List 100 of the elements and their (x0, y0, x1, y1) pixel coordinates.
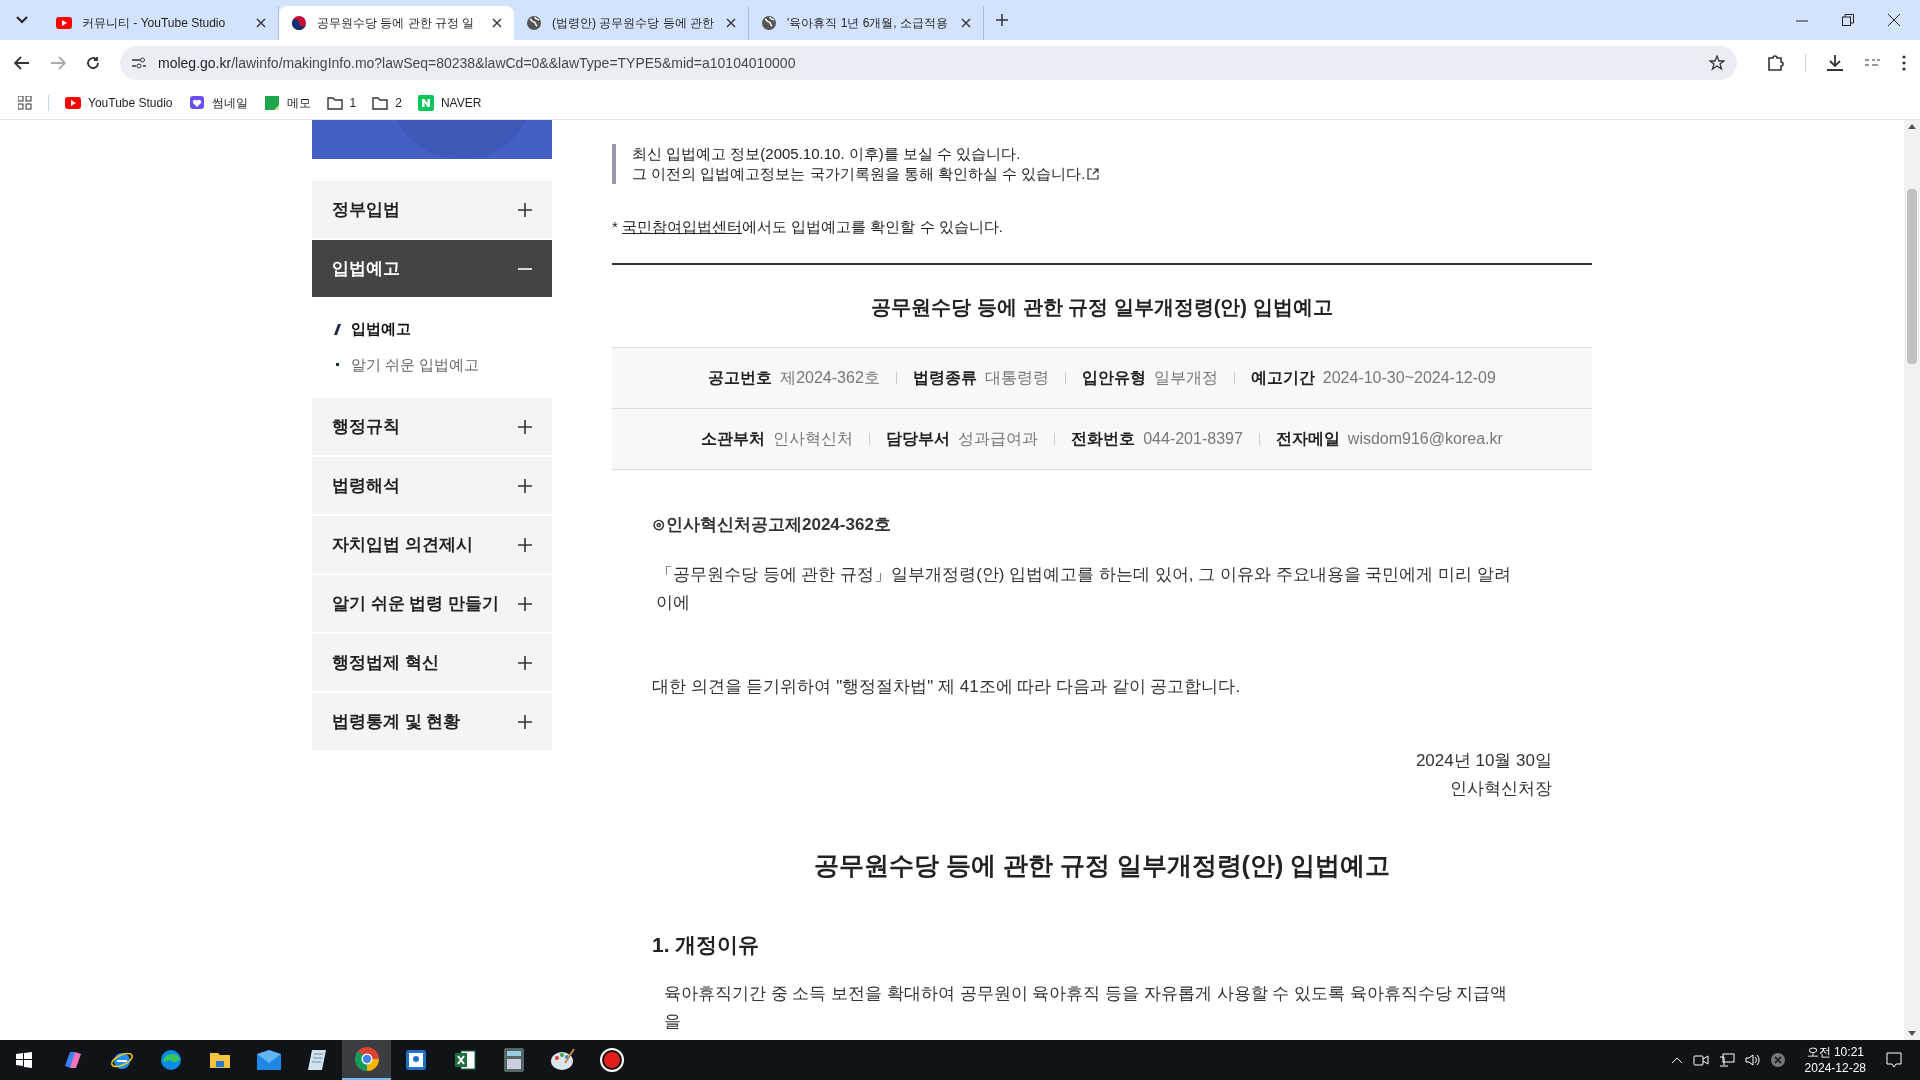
site-settings-icon[interactable] (132, 57, 146, 69)
star-icon[interactable] (1709, 55, 1725, 71)
apps-icon[interactable] (18, 95, 32, 110)
menu-item[interactable]: 입법예고 (312, 240, 552, 297)
globe-icon (526, 15, 542, 31)
bookmark[interactable]: 2 (372, 93, 402, 112)
date-text: 2024년 10월 30일 (1415, 750, 1552, 772)
note-icon (263, 94, 280, 111)
close-icon[interactable] (1888, 14, 1900, 26)
bookmark[interactable]: YouTube Studio (65, 93, 173, 112)
info-label: 공고번호 (708, 367, 773, 388)
menu-item[interactable]: 법령해석 (312, 457, 552, 514)
play-icon (65, 96, 81, 109)
taskbar-app[interactable] (342, 1040, 391, 1080)
network-icon[interactable] (1718, 1053, 1735, 1067)
submenu-item[interactable]: 입법예고 (336, 318, 552, 341)
tab-title: 공무원수당 등에 관한 규정 일 (317, 15, 476, 32)
center-link[interactable]: 국민참여입법센터 (622, 218, 742, 235)
notice-text: 최신 입법예고 정보(2005.10.10. 이후)를 보실 수 있습니다. (632, 144, 1021, 164)
announcement-number: ⊙인사혁신처공고제2024-362호 (652, 513, 892, 536)
camera-icon[interactable] (1692, 1053, 1709, 1067)
info-value: 2024-10-30~2024-12-09 (1322, 367, 1496, 388)
scroll-down-icon[interactable] (1908, 1031, 1916, 1036)
excel-icon[interactable] (452, 1048, 477, 1072)
info-value: 성과급여과 (958, 428, 1039, 449)
minus-icon (518, 267, 532, 270)
notification-icon[interactable] (1886, 1052, 1902, 1068)
folder-icon (326, 95, 343, 110)
external-link-icon[interactable] (1087, 168, 1100, 180)
plus-icon (518, 596, 532, 611)
error-icon[interactable] (1770, 1053, 1785, 1067)
close-icon[interactable] (492, 18, 502, 28)
tab-title: '육아휴직 1년 6개월, 소급적용 (787, 15, 949, 32)
volume-icon[interactable] (1744, 1053, 1761, 1067)
menu-icon[interactable] (1902, 55, 1906, 71)
info-label: 입안유형 (1081, 367, 1146, 388)
info-label: 예고기간 (1250, 367, 1315, 388)
puzzle-icon[interactable] (1767, 54, 1785, 72)
close-icon[interactable] (961, 18, 971, 28)
bookmark[interactable]: 썸네일 (188, 93, 248, 112)
chrome-icon[interactable] (353, 1046, 380, 1072)
new-tab-icon[interactable] (996, 14, 1008, 26)
record-icon[interactable] (598, 1047, 625, 1073)
info-value: 일부개정 (1153, 367, 1218, 388)
menu-item[interactable]: 법령통계 및 현황 (312, 693, 552, 750)
back-icon[interactable] (14, 56, 30, 70)
address-bar[interactable]: moleg.go.kr/lawinfo/makingInfo.mo?lawSeq=80238&lawCd=0&&lawType=TYPE5&mid=a10104010000 (120, 46, 1737, 80)
folder-icon (372, 95, 389, 110)
scrollbar-thumb[interactable] (1907, 189, 1917, 364)
bookmark[interactable]: 메모 (263, 93, 311, 112)
edge-icon[interactable] (158, 1048, 183, 1072)
url-text: moleg.go.kr/lawinfo/makingInfo.mo?lawSeq=80238&lawCd=0&&lawType=TYPE5&mid=a10104010000 (158, 53, 797, 73)
app-icon[interactable] (403, 1048, 428, 1072)
menu-item[interactable]: 행정규칙 (312, 398, 552, 455)
play-icon (56, 17, 72, 29)
info-value: 인사혁신처 (773, 428, 854, 449)
body-heading: 공무원수당 등에 관한 규정 일부개정령(안) 입법예고 (812, 850, 1392, 881)
body-paragraph: 대한 의견을 듣기위하여 "행정절차법" 제 41조에 따라 다음과 같이 공고합니다. (652, 676, 1242, 698)
submenu-item[interactable]: 알기 쉬운 입법예고 (336, 353, 552, 376)
info-label: 전자메일 (1275, 428, 1340, 449)
palette-icon[interactable] (549, 1048, 576, 1072)
plus-icon (518, 714, 532, 729)
notice-text: 그 이전의 입법예고정보는 국가기록원을 통해 확인하실 수 있습니다. (632, 164, 1086, 184)
globe-icon (761, 15, 777, 31)
note-text: * 국민참여입법센터에서도 입법예고를 확인할 수 있습니다. (612, 217, 1004, 237)
chevron-up-icon[interactable] (1670, 1056, 1683, 1064)
browser-tab[interactable]: 공무원수당 등에 관한 규정 일 (279, 6, 514, 40)
mail-icon[interactable] (255, 1049, 282, 1071)
info-value: 044-201-8397 (1143, 428, 1243, 449)
info-value: wisdom916@korea.kr (1347, 428, 1503, 449)
scroll-up-icon[interactable] (1908, 124, 1916, 129)
scrollbar[interactable] (1904, 120, 1920, 1040)
signer-text: 인사혁신처장 (1450, 778, 1552, 800)
bookmark[interactable]: NAVER (417, 93, 482, 112)
download-icon[interactable] (1826, 54, 1844, 72)
close-icon[interactable] (256, 18, 266, 28)
info-value: 제2024-362호 (780, 367, 880, 388)
calculator-icon[interactable] (502, 1047, 525, 1073)
tab-title: (법령안) 공무원수당 등에 관한 (552, 15, 715, 32)
clock[interactable]: 오전 10:21 2024-12-28 (1796, 1044, 1874, 1076)
restore-icon[interactable] (1842, 14, 1854, 26)
info-label: 담당부서 (886, 428, 951, 449)
plus-icon (518, 478, 532, 493)
plus-icon (518, 202, 532, 217)
menu-item[interactable]: 행정법제 혁신 (312, 634, 552, 691)
plus-icon (518, 419, 532, 434)
browser-tab[interactable]: '육아휴직 1년 6개월, 소급적용 (749, 6, 984, 40)
menu-item[interactable]: 알기 쉬운 법령 만들기 (312, 575, 552, 632)
menu-item[interactable]: 정부입법 (312, 181, 552, 238)
close-icon[interactable] (726, 18, 736, 28)
browser-tab[interactable]: 커뮤니티 - YouTube Studio (44, 6, 279, 40)
article-title: 공무원수당 등에 관한 규정 일부개정령(안) 입법예고 (870, 294, 1334, 320)
browser-tab[interactable]: (법령안) 공무원수당 등에 관한 (514, 6, 749, 40)
menu-item[interactable]: 자치입법 의견제시 (312, 516, 552, 573)
reload-icon[interactable] (86, 56, 100, 70)
chevron-down-icon (16, 16, 28, 24)
profile-icon[interactable] (1864, 58, 1882, 68)
plus-icon (518, 655, 532, 670)
bookmark[interactable]: 1 (326, 93, 357, 112)
section-heading: 1. 개정이유 (652, 931, 761, 958)
